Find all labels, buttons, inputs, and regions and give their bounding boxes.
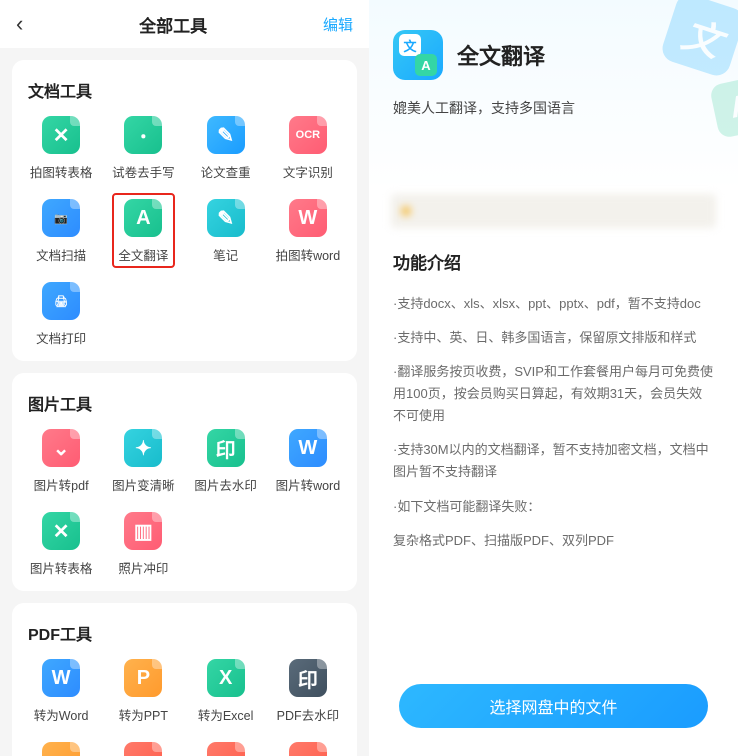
- tool-item[interactable]: ✦ 图片变清晰: [104, 429, 182, 494]
- tool-item[interactable]: ⌄: [22, 742, 100, 756]
- tool-item[interactable]: W 图片转word: [269, 429, 347, 494]
- tool-label: 论文查重: [201, 162, 251, 181]
- tool-icon: 📷: [42, 199, 80, 237]
- tool-icon: 印: [207, 429, 245, 467]
- tool-icon: ▥: [124, 512, 162, 550]
- tool-icon: X: [207, 659, 245, 697]
- tool-item[interactable]: 🖨 文档打印: [22, 282, 100, 347]
- tool-item[interactable]: ▥ 照片冲印: [104, 512, 182, 577]
- description-line: ·如下文档可能翻译失败：: [393, 496, 714, 518]
- hero-decor: 文 A: [618, 0, 738, 140]
- tool-label: 图片变清晰: [112, 475, 175, 494]
- description-line: ·翻译服务按页收费，SVIP和工作套餐用户每月可免费使用100页，按会员购买日算…: [393, 361, 714, 427]
- tool-item[interactable]: A 全文翻译: [104, 199, 182, 264]
- tool-label: 笔记: [213, 245, 238, 264]
- description-line: 复杂格式PDF、扫描版PDF、双列PDF: [393, 530, 714, 552]
- tool-label: 试卷去手写: [112, 162, 175, 181]
- decor-letter-icon: A: [709, 75, 738, 139]
- tool-item[interactable]: ･ 试卷去手写: [104, 116, 182, 181]
- tool-sections: 文档工具 ✕ 拍图转表格 ･ 试卷去手写 ✎ 论文查重 OCR 文字识别 📷 文档扫描 A 全文翻译 ✎ 笔…: [0, 48, 369, 756]
- tool-icon: ･: [124, 116, 162, 154]
- description-line: ·支持30M以内的文档翻译，暂不支持加密文档，文档中图片暂不支持翻译: [393, 439, 714, 483]
- tool-label: 图片去水印: [194, 475, 257, 494]
- header: ‹ 全部工具 编辑: [0, 0, 369, 48]
- tool-icon: P: [124, 659, 162, 697]
- tool-icon: ⌄: [124, 742, 162, 756]
- description-line: ·支持中、英、日、韩多国语言，保留原文排版和样式: [393, 327, 714, 349]
- tool-icon: ⌄: [207, 742, 245, 756]
- tool-item[interactable]: ✕ 图片转表格: [22, 512, 100, 577]
- tool-icon: ✎: [207, 199, 245, 237]
- tool-icon: ✦: [124, 429, 162, 467]
- tool-icon: 印: [289, 659, 327, 697]
- tool-item[interactable]: P 转为PPT: [104, 659, 182, 724]
- tool-icon: W: [42, 659, 80, 697]
- tool-icon: ⌄: [289, 742, 327, 756]
- tool-item[interactable]: ⌄: [269, 742, 347, 756]
- tool-icon: ⌄: [42, 429, 80, 467]
- back-icon[interactable]: ‹: [16, 11, 23, 37]
- tool-icon: ⌄: [42, 742, 80, 756]
- select-file-button[interactable]: 选择网盘中的文件: [399, 684, 708, 728]
- tool-label: 图片转word: [276, 475, 341, 494]
- tool-label: 转为Excel: [198, 705, 254, 724]
- tool-item[interactable]: X 转为Excel: [187, 659, 265, 724]
- tool-icon: 🖨: [42, 282, 80, 320]
- feature-title: 全文翻译: [457, 39, 545, 71]
- tool-item[interactable]: W 转为Word: [22, 659, 100, 724]
- tool-label: 照片冲印: [118, 558, 168, 577]
- section-title: PDF工具: [28, 621, 347, 645]
- tool-label: 图片转pdf: [34, 475, 89, 494]
- tool-label: 文档打印: [36, 328, 86, 347]
- tool-item[interactable]: ✕ 拍图转表格: [22, 116, 100, 181]
- tool-icon: ✕: [42, 116, 80, 154]
- section-title: 图片工具: [28, 391, 347, 415]
- tool-item[interactable]: ✎ 笔记: [187, 199, 265, 264]
- feature-description: 功能介绍 ·支持docx、xls、xlsx、ppt、pptx、pdf，暂不支持d…: [369, 228, 738, 576]
- tool-section: 文档工具 ✕ 拍图转表格 ･ 试卷去手写 ✎ 论文查重 OCR 文字识别 📷 文档扫描 A 全文翻译 ✎ 笔…: [12, 60, 357, 361]
- tool-label: 文字识别: [283, 162, 333, 181]
- section-title: 文档工具: [28, 78, 347, 102]
- tool-item[interactable]: ⌄ 图片转pdf: [22, 429, 100, 494]
- tool-icon: W: [289, 199, 327, 237]
- tool-item[interactable]: 印图片去水印: [187, 429, 265, 494]
- tool-item[interactable]: 印 PDF去水印: [269, 659, 347, 724]
- tool-icon: OCR: [289, 116, 327, 154]
- edit-button[interactable]: 编辑: [323, 14, 353, 35]
- tool-label: 拍图转word: [276, 245, 341, 264]
- all-tools-screen: ‹ 全部工具 编辑 文档工具✕拍图转表格･试卷去手写✎论文查重OCR文字识别📷文…: [0, 0, 369, 756]
- tool-item[interactable]: OCR 文字识别: [269, 116, 347, 181]
- description-line: ·支持docx、xls、xlsx、ppt、pptx、pdf，暂不支持doc: [393, 293, 714, 315]
- tool-item[interactable]: ✎ 论文查重: [187, 116, 265, 181]
- tool-label: 拍图转表格: [30, 162, 93, 181]
- tool-icon: ✎: [207, 116, 245, 154]
- footer: 选择网盘中的文件: [369, 666, 738, 756]
- tool-item[interactable]: 📷 文档扫描: [22, 199, 100, 264]
- tool-label: 转为PPT: [119, 705, 168, 724]
- tool-item[interactable]: ⌄: [104, 742, 182, 756]
- translate-icon: [393, 30, 443, 80]
- tool-label: PDF去水印: [277, 705, 340, 724]
- tool-icon: A: [124, 199, 162, 237]
- hero: 文 A 全文翻译 媲美人工翻译，支持多国语言: [369, 0, 738, 190]
- tool-label: 全文翻译: [118, 245, 168, 264]
- blurred-banner: [391, 194, 716, 228]
- tool-label: 图片转表格: [30, 558, 93, 577]
- tool-section: PDF工具 W 转为Word P 转为PPT X 转为Excel 印 PDF去水印 ⌄ ⌄ ⌄ ⌄: [12, 603, 357, 756]
- tool-icon: W: [289, 429, 327, 467]
- tool-section: 图片工具⌄图片转pdf✦图片变清晰印图片去水印W图片转word✕图片转表格▥照片…: [12, 373, 357, 591]
- translate-detail-screen: 文 A 全文翻译 媲美人工翻译，支持多国语言 功能介绍 ·支持docx、xls、…: [369, 0, 738, 756]
- section-heading: 功能介绍: [393, 250, 714, 279]
- tool-item[interactable]: W 拍图转word: [269, 199, 347, 264]
- tool-icon: ✕: [42, 512, 80, 550]
- decor-letter-icon: 文: [659, 0, 738, 79]
- tool-item[interactable]: ⌄: [187, 742, 265, 756]
- tool-label: 文档扫描: [36, 245, 86, 264]
- page-title: 全部工具: [139, 12, 207, 37]
- tool-label: 转为Word: [34, 705, 89, 724]
